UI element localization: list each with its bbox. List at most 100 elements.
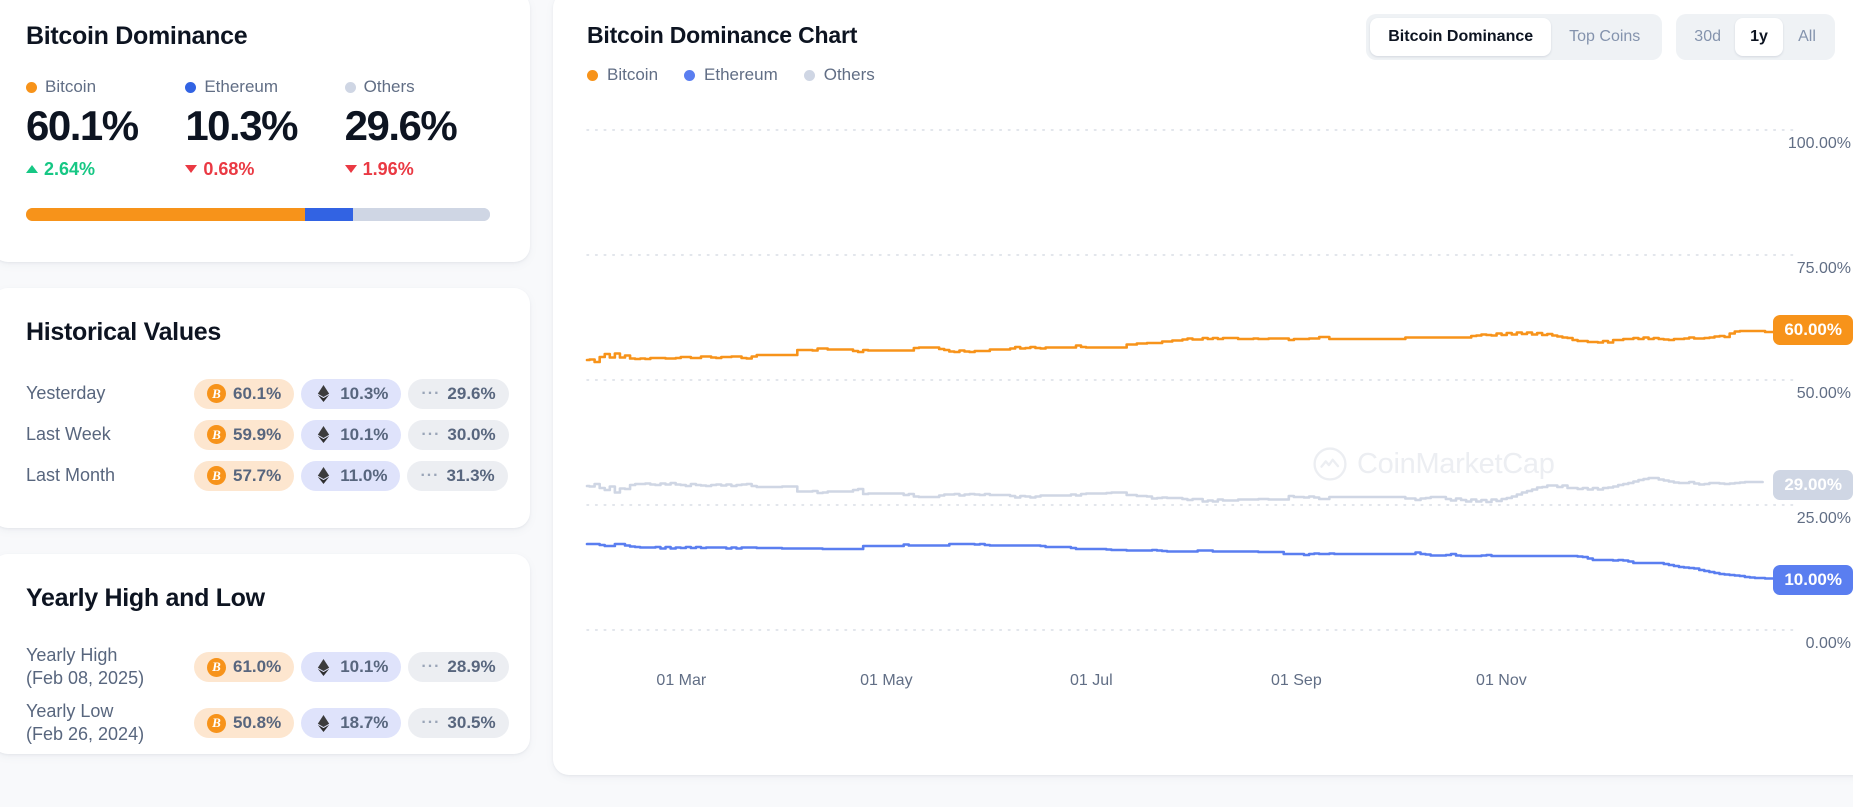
series-line-others — [585, 476, 1764, 504]
metric-ethereum-change: 0.68% — [185, 159, 336, 180]
chip-ethereum: 10.1% — [301, 419, 402, 450]
legend-label: Ethereum — [704, 65, 778, 84]
table-row: Yesterday B 60.1% 10.3% ··· 29.6% — [26, 373, 509, 414]
metric-others-change: 1.96% — [344, 159, 496, 180]
metric-ethereum-change-value: 0.68% — [203, 158, 255, 179]
y-axis-tick-label: 75.00% — [1796, 260, 1851, 277]
bitcoin-icon: B — [207, 384, 226, 403]
chip-ethereum-value: 11.0% — [340, 465, 388, 485]
tab-bitcoin-dominance[interactable]: Bitcoin Dominance — [1370, 18, 1552, 56]
metric-bitcoin-change: 2.64% — [26, 159, 177, 180]
range-toggle-group: 30d 1y All — [1676, 14, 1835, 60]
bitcoin-icon: B — [207, 425, 226, 444]
x-axis-tick-label: 01 Nov — [1476, 672, 1527, 689]
value-badge-bitcoin: 60.00% — [1773, 315, 1853, 345]
chip-bitcoin: B 59.9% — [194, 419, 295, 450]
chip-others-value: 30.0% — [447, 424, 496, 444]
range-1y[interactable]: 1y — [1735, 18, 1783, 56]
range-30d[interactable]: 30d — [1680, 18, 1735, 56]
chip-ethereum-value: 10.1% — [340, 424, 389, 444]
bitcoin-icon: B — [207, 713, 226, 733]
ethereum-icon — [314, 384, 333, 403]
row-chips: B 50.8% 18.7% ··· 30.5% — [194, 708, 509, 738]
metric-ethereum-name: Ethereum — [204, 77, 279, 96]
bitcoin-icon: B — [207, 657, 226, 677]
chart-legend: Bitcoin Ethereum Others — [587, 65, 1835, 85]
x-axis-tick-label: 01 May — [860, 672, 913, 689]
ellipsis-icon: ··· — [421, 425, 441, 443]
table-row: Yearly Low (Feb 26, 2024) B 50.8% 18.7% … — [26, 695, 509, 751]
range-all[interactable]: All — [1783, 18, 1831, 56]
row-chips: B 59.9% 10.1% ··· 30.0% — [194, 419, 509, 450]
chip-bitcoin-value: 57.7% — [233, 465, 282, 485]
historical-values-card: Historical Values Yesterday B 60.1% 10.3… — [0, 288, 530, 528]
chart-plot-area[interactable]: 0.00% 25.00% 50.00% 75.00% 100.00% 60.00% 29.0… — [553, 112, 1853, 712]
chip-others: ··· 28.9% — [408, 652, 509, 682]
bitcoin-dominance-chart-card: Bitcoin Dominance Chart Bitcoin Ethereum… — [553, 0, 1853, 775]
ellipsis-icon: ··· — [421, 658, 441, 675]
series-line-bitcoin — [585, 328, 1795, 364]
row-label-line1: Yearly Low — [26, 700, 114, 721]
legend-label: Others — [823, 65, 875, 84]
chip-others: ··· 31.3% — [407, 460, 508, 491]
chip-others-value: 31.3% — [446, 465, 495, 485]
page-title: Bitcoin Dominance — [26, 22, 248, 50]
yearly-high-low-rows: Yearly High (Feb 08, 2025) B 61.0% 10.1%… — [26, 639, 509, 751]
chip-bitcoin: B 57.7% — [194, 460, 295, 491]
legend-label: Bitcoin — [607, 65, 659, 84]
row-chips: B 61.0% 10.1% ··· 28.9% — [194, 652, 509, 682]
triangle-up-icon — [26, 165, 38, 174]
chip-bitcoin: B 50.8% — [194, 708, 295, 738]
triangle-down-icon — [344, 165, 357, 174]
chip-others: ··· 30.5% — [408, 708, 509, 738]
chip-others-value: 28.9% — [447, 657, 496, 676]
metric-ethereum-label-row: Ethereum — [185, 77, 336, 97]
row-label: Yearly High (Feb 08, 2025) — [26, 644, 194, 691]
dominance-metrics-grid: Bitcoin 60.1% 2.64% Ethereum 10.3% 0.68%… — [26, 77, 496, 180]
y-axis-tick-label: 25.00% — [1796, 510, 1851, 527]
row-label-line2: (Feb 26, 2024) — [26, 724, 145, 744]
metric-others: Others 29.6% 1.96% — [344, 77, 496, 180]
ethereum-icon — [314, 466, 333, 485]
dominance-share-bar — [26, 207, 490, 221]
legend-item-bitcoin[interactable]: Bitcoin — [587, 65, 658, 85]
table-row: Yearly High (Feb 08, 2025) B 61.0% 10.1%… — [26, 639, 509, 695]
yearly-high-low-title: Yearly High and Low — [26, 584, 265, 612]
metric-bitcoin-change-value: 2.64% — [44, 158, 96, 179]
tab-top-coins[interactable]: Top Coins — [1551, 18, 1658, 56]
blue-dot-icon — [185, 81, 197, 93]
yearly-high-low-card: Yearly High and Low Yearly High (Feb 08,… — [0, 554, 530, 754]
share-bar-bitcoin-segment — [26, 207, 305, 221]
series-line-ethereum — [585, 542, 1790, 580]
chip-others: ··· 29.6% — [408, 378, 509, 409]
chip-ethereum-value: 10.1% — [340, 657, 389, 676]
row-label: Last Week — [26, 424, 111, 445]
ethereum-icon — [314, 714, 333, 733]
share-bar-ethereum-segment — [304, 207, 353, 221]
metric-others-name: Others — [363, 77, 415, 96]
metric-ethereum: Ethereum 10.3% 0.68% — [185, 77, 336, 180]
legend-item-others[interactable]: Others — [803, 65, 875, 85]
ellipsis-icon: ··· — [421, 714, 441, 731]
chip-bitcoin-value: 50.8% — [233, 713, 282, 732]
view-toggle-group: Bitcoin Dominance Top Coins — [1366, 14, 1663, 60]
chip-ethereum-value: 10.3% — [340, 383, 389, 403]
metric-others-value: 29.6% — [344, 102, 458, 149]
orange-dot-icon — [587, 69, 598, 81]
bitcoin-dominance-page: Bitcoin Dominance Bitcoin 60.1% 2.64% Et… — [0, 0, 1853, 807]
y-axis-tick-label: 100.00% — [1787, 135, 1851, 152]
blue-dot-icon — [684, 69, 696, 81]
metric-bitcoin-name: Bitcoin — [45, 77, 97, 96]
legend-item-ethereum[interactable]: Ethereum — [684, 65, 778, 85]
chip-bitcoin-value: 59.9% — [233, 424, 282, 444]
metric-ethereum-value: 10.3% — [185, 102, 298, 149]
bitcoin-icon: B — [207, 466, 226, 485]
row-chips: B 57.7% 11.0% ··· 31.3% — [194, 460, 508, 491]
chip-ethereum-value: 18.7% — [340, 713, 389, 732]
row-chips: B 60.1% 10.3% ··· 29.6% — [194, 378, 509, 409]
row-label-line1: Yearly High — [26, 644, 118, 665]
chip-others-value: 30.5% — [447, 713, 496, 732]
row-label: Last Month — [26, 465, 116, 486]
row-label: Yearly Low (Feb 26, 2024) — [26, 700, 194, 747]
chip-ethereum: 10.1% — [301, 652, 402, 682]
